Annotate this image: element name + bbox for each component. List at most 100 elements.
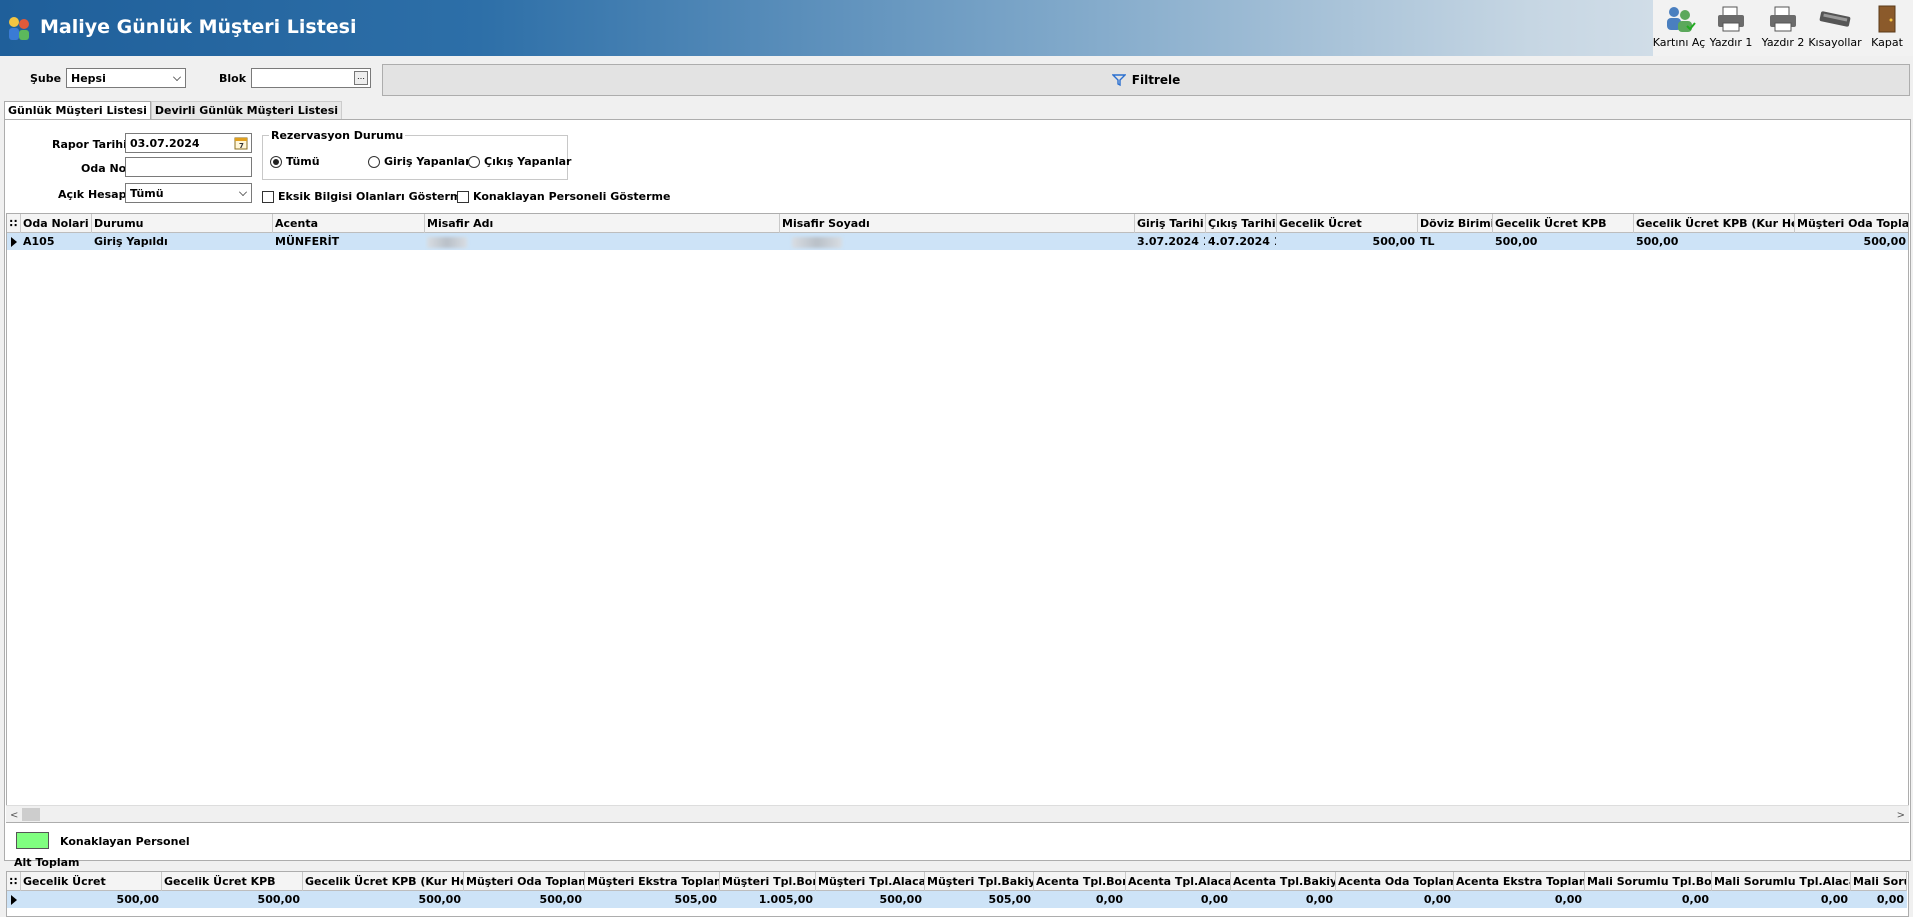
st-cell[interactable]: 505,00 xyxy=(585,891,720,908)
col-misafir-soyadi[interactable]: Misafir Soyadı xyxy=(780,214,1135,233)
cell-giris-tarihi[interactable]: 3.07.2024 1( xyxy=(1135,233,1206,250)
radio-giris[interactable]: Giriş Yapanlar xyxy=(368,155,471,168)
check-konaklayan[interactable]: Konaklayan Personeli Gösterme xyxy=(457,190,670,203)
st-col[interactable]: Mali Soru xyxy=(1851,872,1907,891)
cell-misafir-soyadi[interactable] xyxy=(780,233,1135,250)
shortcuts-button[interactable]: Kısayollar xyxy=(1808,0,1862,56)
col-gecelik-ucret-kpb[interactable]: Gecelik Ücret KPB xyxy=(1493,214,1634,233)
scroll-left-icon[interactable]: < xyxy=(10,810,18,821)
st-cell[interactable]: 505,00 xyxy=(925,891,1034,908)
cell-cikis-tarihi[interactable]: 4.07.2024 1: xyxy=(1206,233,1277,250)
radio-cikis-label: Çıkış Yapanlar xyxy=(484,155,572,168)
st-col[interactable]: Mali Sorumlu Tpl.Borç xyxy=(1585,872,1712,891)
shortcuts-label: Kısayollar xyxy=(1808,36,1862,49)
st-cell[interactable]: 500,00 xyxy=(303,891,464,908)
grid-drag-icon[interactable]: ∷ xyxy=(7,214,21,233)
sube-label: Şube xyxy=(30,72,62,85)
st-cell[interactable]: 500,00 xyxy=(162,891,303,908)
subtotal-grid[interactable]: ∷ Gecelik Ücret Gecelik Ücret KPB Geceli… xyxy=(6,871,1909,917)
radio-tumu[interactable]: Tümü xyxy=(270,155,320,168)
col-gecelik-ucret-kpb-kur[interactable]: Gecelik Ücret KPB (Kur He... xyxy=(1634,214,1795,233)
cell-acenta[interactable]: MÜNFERİT xyxy=(273,233,425,250)
col-cikis-tarihi[interactable]: Çıkış Tarihi xyxy=(1206,214,1277,233)
radio-empty-icon xyxy=(368,155,380,168)
cell-durumu[interactable]: Giriş Yapıldı xyxy=(92,233,273,250)
print2-button[interactable]: Yazdır 2 xyxy=(1757,0,1809,56)
legend-label: Konaklayan Personel xyxy=(60,835,190,848)
radio-giris-label: Giriş Yapanlar xyxy=(384,155,471,168)
check-eksik[interactable]: Eksik Bilgisi Olanları Gösterme xyxy=(262,190,469,203)
st-col[interactable]: Müşteri Tpl.Borç xyxy=(720,872,816,891)
st-col[interactable]: Müşteri Oda Toplamı xyxy=(464,872,585,891)
cell-misafir-adi[interactable] xyxy=(425,233,780,250)
subtotal-row[interactable]: 500,00 500,00 500,00 500,00 505,00 1.005… xyxy=(7,891,1907,908)
col-durumu[interactable]: Durumu xyxy=(92,214,273,233)
print1-button[interactable]: Yazdır 1 xyxy=(1705,0,1757,56)
st-col[interactable]: Müşteri Tpl.Alacak xyxy=(816,872,925,891)
sube-select[interactable]: Hepsi xyxy=(66,68,186,88)
st-col[interactable]: Acenta Tpl.Alacak xyxy=(1126,872,1231,891)
col-giris-tarihi[interactable]: Giriş Tarihi xyxy=(1135,214,1206,233)
filter-button[interactable]: Filtrele xyxy=(382,64,1910,96)
cell-musteri-oda-toplam[interactable]: 500,00 xyxy=(1795,233,1908,250)
st-cell[interactable]: 0,00 xyxy=(1454,891,1585,908)
col-musteri-oda-toplam[interactable]: Müşteri Oda Toplam xyxy=(1795,214,1908,233)
st-cell[interactable]: 1.005,00 xyxy=(720,891,816,908)
table-row[interactable]: A105 Giriş Yapıldı MÜNFERİT 3.07.2024 1(… xyxy=(7,233,1908,250)
st-col[interactable]: Acenta Tpl.Borç xyxy=(1034,872,1126,891)
sube-value: Hepsi xyxy=(71,72,106,85)
st-cell[interactable]: 0,00 xyxy=(1231,891,1336,908)
cell-doviz-birimi[interactable]: TL xyxy=(1418,233,1493,250)
radio-cikis[interactable]: Çıkış Yapanlar xyxy=(468,155,571,168)
main-grid-header: ∷ Oda Nolari Durumu Acenta Misafir Adı M… xyxy=(7,214,1908,233)
col-oda-nolari[interactable]: Oda Nolari xyxy=(21,214,92,233)
app-icon xyxy=(9,17,29,40)
st-col[interactable]: Acenta Oda Toplamı xyxy=(1336,872,1454,891)
open-card-label: Kartını Aç xyxy=(1652,36,1706,49)
calendar-icon[interactable]: 7 xyxy=(234,136,248,150)
st-cell[interactable]: 0,00 xyxy=(1585,891,1712,908)
scroll-right-icon[interactable]: > xyxy=(1897,810,1905,821)
col-misafir-adi[interactable]: Misafir Adı xyxy=(425,214,780,233)
close-button[interactable]: Kapat xyxy=(1861,0,1913,56)
st-cell[interactable]: 0,00 xyxy=(1336,891,1454,908)
radio-tumu-label: Tümü xyxy=(286,155,320,168)
st-col[interactable]: Müşteri Ekstra Toplamı xyxy=(585,872,720,891)
grid-drag-icon[interactable]: ∷ xyxy=(7,872,21,891)
ellipsis-icon[interactable]: … xyxy=(354,71,368,85)
st-col[interactable]: Acenta Ekstra Toplamı xyxy=(1454,872,1585,891)
main-grid[interactable]: ∷ Oda Nolari Durumu Acenta Misafir Adı M… xyxy=(6,213,1909,823)
open-card-button[interactable]: Kartını Aç xyxy=(1653,0,1705,56)
cell-gecelik-ucret[interactable]: 500,00 xyxy=(1277,233,1418,250)
st-cell[interactable]: 500,00 xyxy=(816,891,925,908)
st-cell[interactable]: 0,00 xyxy=(1851,891,1907,908)
oda-no-input[interactable] xyxy=(125,157,252,177)
st-col[interactable]: Mali Sorumlu Tpl.Alacak xyxy=(1712,872,1851,891)
st-col[interactable]: Müşteri Tpl.Bakiye xyxy=(925,872,1034,891)
st-cell[interactable]: 0,00 xyxy=(1712,891,1851,908)
rapor-tarihi-input[interactable]: 03.07.2024 7 xyxy=(125,133,252,153)
cell-gecelik-ucret-kpb-kur[interactable]: 500,00 xyxy=(1634,233,1795,250)
col-acenta[interactable]: Acenta xyxy=(273,214,425,233)
st-col[interactable]: Gecelik Ücret xyxy=(21,872,162,891)
st-col[interactable]: Gecelik Ücret KPB xyxy=(162,872,303,891)
blok-input[interactable]: … xyxy=(251,68,371,88)
tab-daily-list[interactable]: Günlük Müşteri Listesi xyxy=(4,101,151,119)
cell-oda-no[interactable]: A105 xyxy=(21,233,92,250)
col-gecelik-ucret[interactable]: Gecelik Ücret xyxy=(1277,214,1418,233)
st-cell[interactable]: 500,00 xyxy=(21,891,162,908)
st-col[interactable]: Acenta Tpl.Bakiye xyxy=(1231,872,1336,891)
st-cell[interactable]: 0,00 xyxy=(1126,891,1231,908)
blok-label: Blok xyxy=(219,72,247,85)
oda-no-label: Oda No xyxy=(81,162,127,175)
scroll-thumb[interactable] xyxy=(22,808,40,821)
cell-gecelik-ucret-kpb[interactable]: 500,00 xyxy=(1493,233,1634,250)
col-doviz-birimi[interactable]: Döviz Birimi xyxy=(1418,214,1493,233)
acik-hesap-label: Açık Hesap xyxy=(58,188,127,201)
st-cell[interactable]: 0,00 xyxy=(1034,891,1126,908)
st-col[interactable]: Gecelik Ücret KPB (Kur He... xyxy=(303,872,464,891)
tab-carried-list[interactable]: Devirli Günlük Müşteri Listesi xyxy=(150,101,343,119)
horizontal-scrollbar[interactable]: < > xyxy=(6,805,1909,822)
acik-hesap-select[interactable]: Tümü xyxy=(125,183,252,203)
st-cell[interactable]: 500,00 xyxy=(464,891,585,908)
